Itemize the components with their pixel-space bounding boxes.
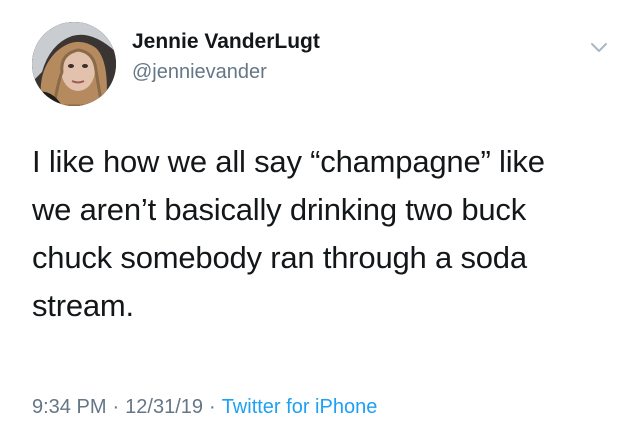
meta-separator: · bbox=[209, 396, 216, 418]
tweet-text-line: we aren’t basically drinking two buck bbox=[32, 192, 527, 227]
tweet-time[interactable]: 9:34 PM bbox=[32, 396, 106, 418]
tweet-meta: 9:34 PM · 12/31/19 · Twitter for iPhone bbox=[32, 396, 377, 419]
tweet-text-line: stream. bbox=[32, 288, 134, 323]
display-name[interactable]: Jennie VanderLugt bbox=[132, 30, 320, 54]
chevron-down-icon[interactable] bbox=[588, 36, 610, 58]
tweet-source-link[interactable]: Twitter for iPhone bbox=[222, 396, 378, 418]
avatar-photo bbox=[32, 22, 116, 106]
tweet-text: I like how we all say “champagne” like w… bbox=[32, 138, 612, 330]
tweet-date[interactable]: 12/31/19 bbox=[125, 396, 203, 418]
tweet-text-line: I like how we all say “champagne” like bbox=[32, 144, 545, 179]
user-handle[interactable]: @jennievander bbox=[132, 61, 267, 84]
tweet-text-line: chuck somebody ran through a soda bbox=[32, 240, 527, 275]
tweet-card: Jennie VanderLugt @jennievander I like h… bbox=[0, 0, 640, 434]
meta-separator: · bbox=[112, 396, 120, 418]
avatar[interactable] bbox=[32, 22, 116, 106]
